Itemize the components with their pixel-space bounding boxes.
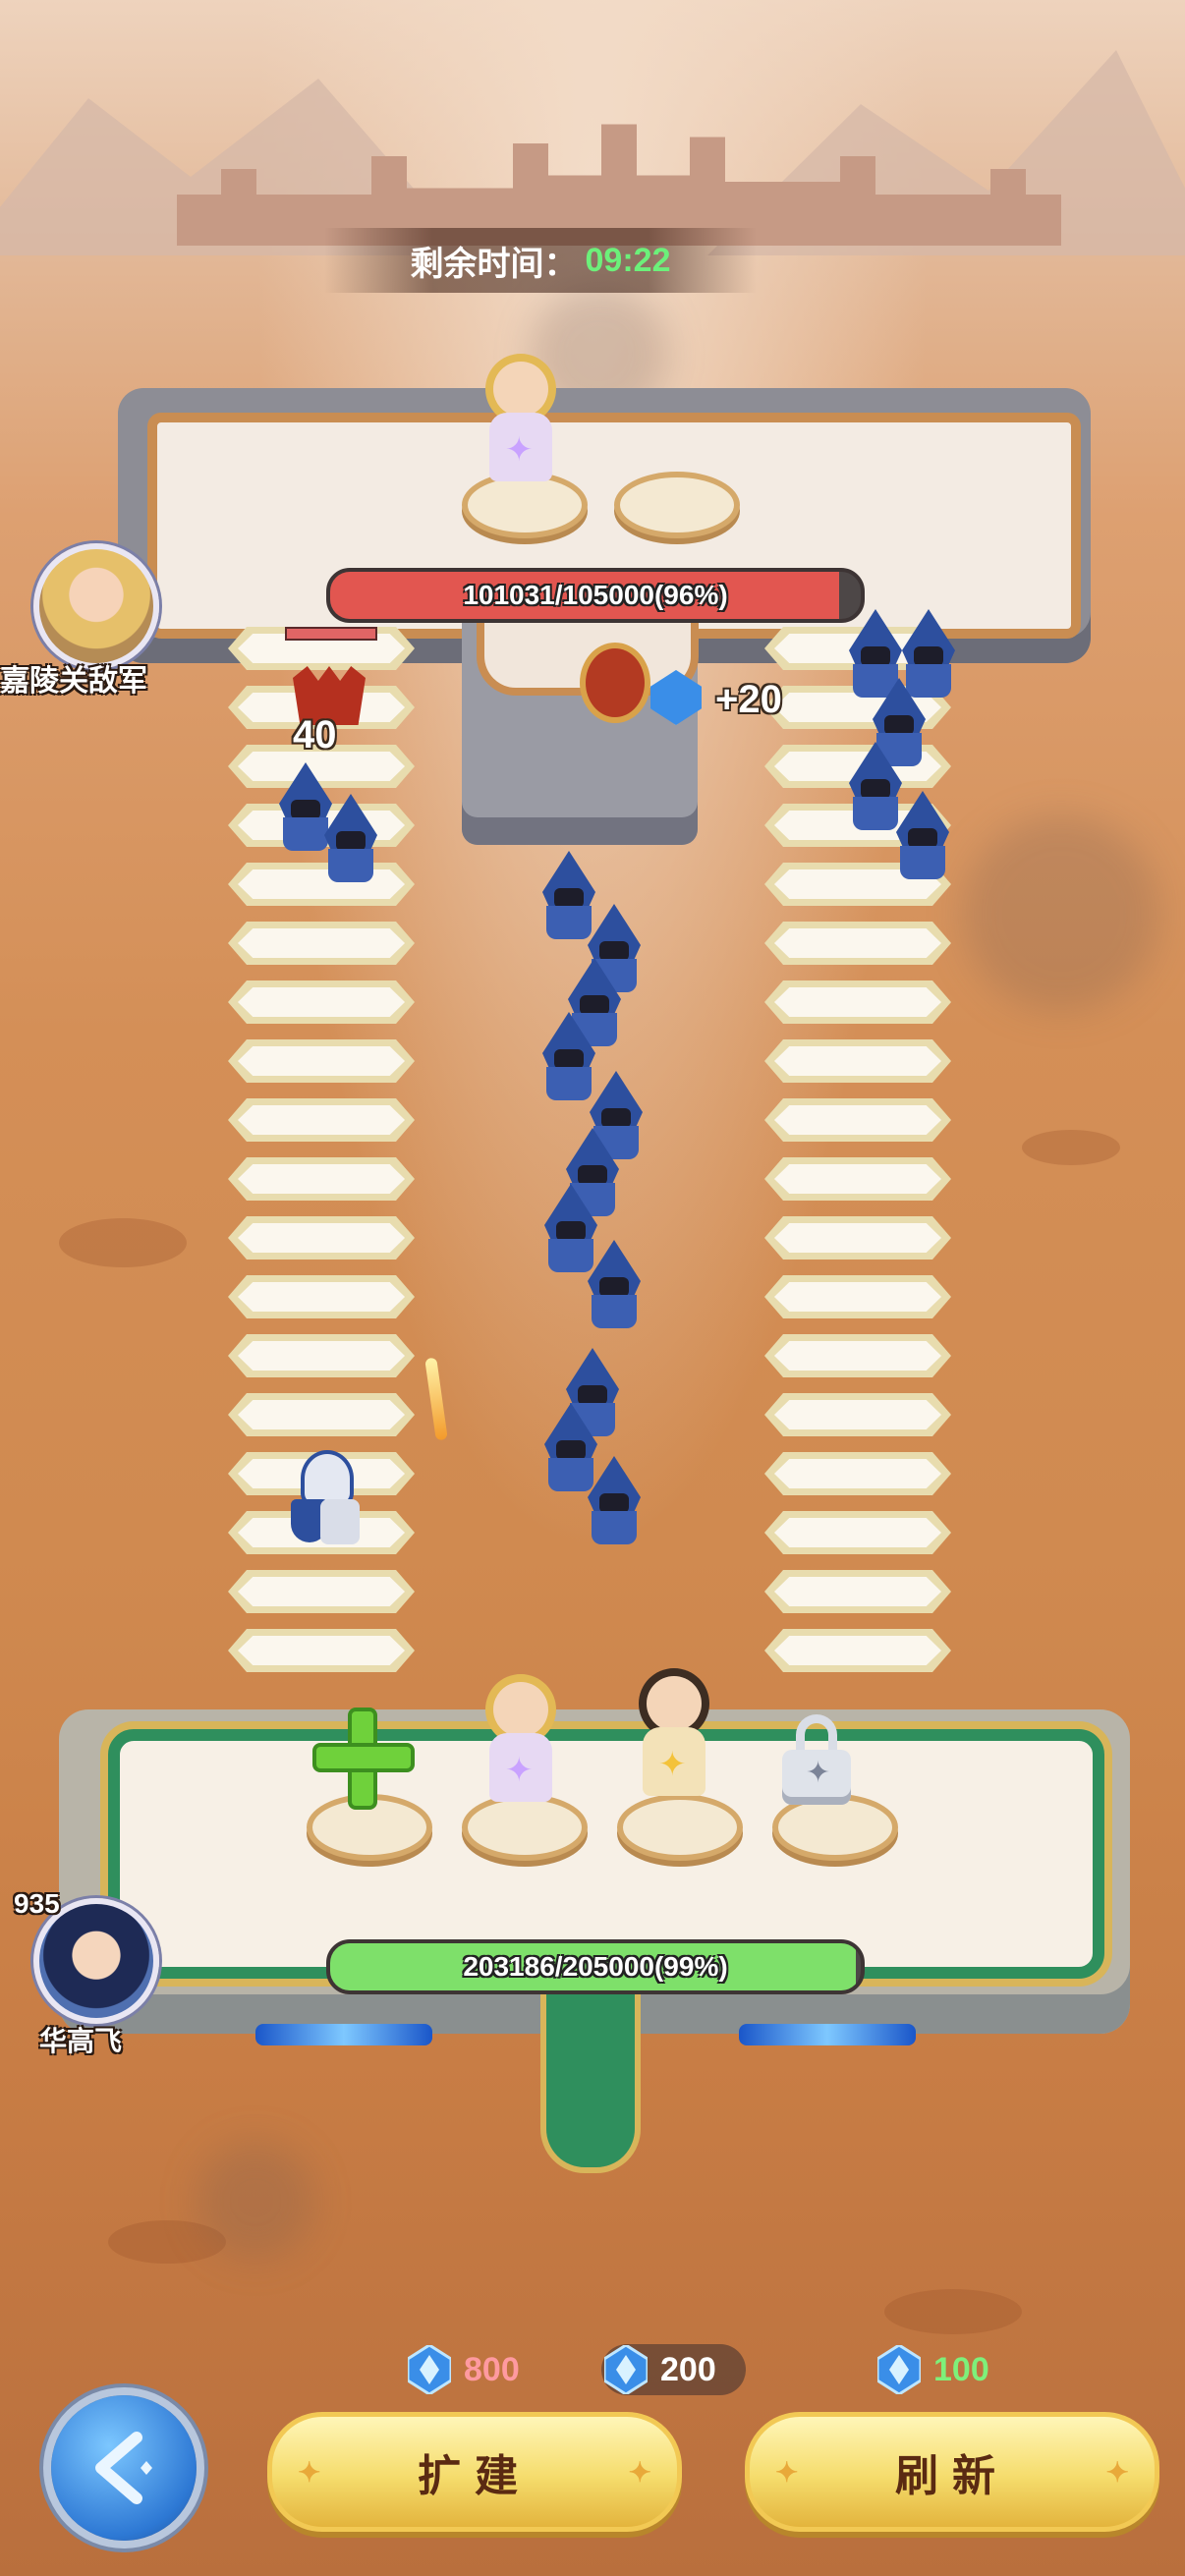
enemy-general-unit [586, 648, 645, 717]
resource-value-3: 100 [933, 2350, 989, 2388]
lane-tile [228, 922, 415, 965]
enemy-avatar[interactable] [33, 543, 159, 669]
lane-tile [228, 1157, 415, 1201]
crater [1022, 1130, 1120, 1165]
unit-hp-bar [285, 627, 377, 641]
crater [884, 2289, 1022, 2334]
lane-tile [228, 1334, 415, 1377]
remaining-time: 剩余时间： 09:22 [324, 228, 757, 293]
lane-tile [764, 1039, 951, 1083]
enemy-soldier [316, 794, 385, 882]
lane-tile [228, 1570, 415, 1613]
player-hero-slot-2[interactable] [617, 1794, 743, 1861]
lane-tile [764, 1157, 951, 1201]
sparkle-icon: ✦ [298, 2457, 321, 2488]
resource-counter-2: 200 [601, 2344, 746, 2395]
base-light-left [255, 2024, 432, 2045]
player-base-emblem [540, 1965, 641, 2173]
remaining-time-label: 剩余时间： [410, 245, 578, 283]
refresh-button-label: 刷新 [895, 2452, 1009, 2500]
lane-tile [228, 1039, 415, 1083]
player-level: 935 [14, 1888, 60, 1919]
enemy-hp-text: 101031/105000(96%) [463, 580, 728, 610]
enemy-soldier [580, 1456, 649, 1544]
lane-tile [764, 1393, 951, 1436]
refresh-button[interactable]: ✦ 刷新 ✦ [745, 2412, 1159, 2532]
base-light-right [739, 2024, 916, 2045]
crystal-icon [405, 2345, 454, 2394]
enemy-hero-slot-empty [614, 472, 740, 538]
crater [59, 1218, 187, 1267]
lock-icon: ✦ [782, 1714, 851, 1805]
player-knight-unit [291, 1454, 364, 1548]
lane-tile [228, 1275, 415, 1318]
crystal-icon [875, 2345, 924, 2394]
lane-tile [764, 922, 951, 965]
back-button[interactable] [51, 2395, 197, 2541]
resource-value-2: 200 [660, 2350, 716, 2388]
player-name: 华高飞 [39, 2026, 123, 2056]
player-hero-sorceress[interactable]: ✦ [476, 1682, 564, 1810]
smoke-cloud [963, 815, 1159, 1012]
reward-popup: +20 [715, 678, 782, 721]
crystal-icon [601, 2345, 650, 2394]
remaining-time-value: 09:22 [585, 241, 671, 279]
lane-tile [764, 1098, 951, 1142]
player-hero-archer[interactable]: ✦ [629, 1676, 717, 1804]
resource-value-1: 800 [464, 2350, 520, 2388]
lane-tile [228, 1098, 415, 1142]
player-hp-bar: 203186/205000(99%) [326, 1939, 865, 1994]
player-hp-text: 203186/205000(99%) [463, 1951, 728, 1982]
expand-button-label: 扩建 [418, 2452, 532, 2500]
lane-tile [228, 1629, 415, 1672]
lane-tile [764, 1511, 951, 1554]
lane-tile [764, 1216, 951, 1260]
lane-tile [764, 1570, 951, 1613]
enemy-hp-bar: 101031/105000(96%) [326, 568, 865, 623]
sparkle-icon: ✦ [1105, 2457, 1129, 2488]
sparkle-icon: ✦ [775, 2457, 799, 2488]
lane-tile [228, 1216, 415, 1260]
damage-number: 40 [293, 713, 337, 756]
enemy-name: 嘉陵关敌军 [0, 665, 147, 698]
plus-icon[interactable] [312, 1708, 415, 1810]
smoke-cloud [197, 2142, 314, 2260]
enemy-soldier [580, 1240, 649, 1328]
lane-tile [228, 1393, 415, 1436]
enemy-hero-sorceress: ✦ [476, 362, 564, 489]
lane-tile [228, 980, 415, 1024]
lane-tile [764, 1275, 951, 1318]
expand-button[interactable]: ✦ 扩建 ✦ [267, 2412, 682, 2532]
lane-tile [764, 1629, 951, 1672]
enemy-soldier [888, 791, 957, 879]
resource-counter-3: 100 [875, 2344, 989, 2395]
back-arrow-icon [95, 2432, 152, 2504]
resource-counter-1: 800 [405, 2344, 520, 2395]
lane-tile [764, 980, 951, 1024]
sparkle-icon: ✦ [628, 2457, 651, 2488]
lane-tile [764, 1452, 951, 1495]
lane-tile [764, 1334, 951, 1377]
